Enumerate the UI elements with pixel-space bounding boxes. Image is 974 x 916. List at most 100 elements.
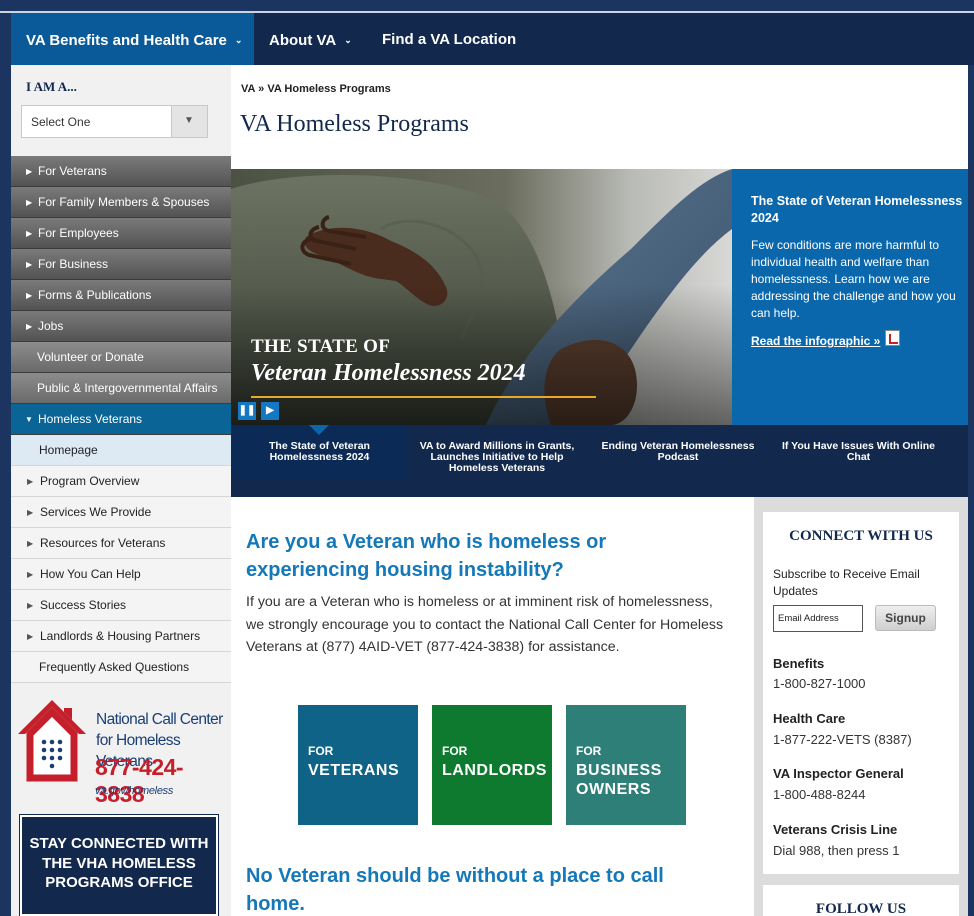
call-center-badge[interactable]: National Call Center for Homeless Veteran…: [16, 698, 226, 807]
top-navigation: VA Benefits and Health Care ⌄ About VA ⌄ F…: [11, 13, 974, 65]
subnav-program-overview[interactable]: ▶ Program Overview: [11, 466, 231, 497]
nav-find-location[interactable]: Find a VA Location: [382, 13, 516, 65]
sidebar-item-label: For Family Members & Spouses: [38, 195, 210, 209]
sidebar-item-family[interactable]: ▶ For Family Members & Spouses: [11, 187, 231, 218]
triangle-right-icon: ▶: [26, 229, 33, 238]
subnav-label: Success Stories: [40, 598, 127, 612]
sidebar-item-label: Jobs: [38, 319, 64, 333]
tile-for-label: FOR: [576, 744, 602, 758]
subscribe-text: Subscribe to Receive Email Updates: [773, 567, 920, 598]
subnav-label: Services We Provide: [40, 505, 152, 519]
pause-icon[interactable]: ❚❚: [238, 402, 256, 420]
sidebar-item-homeless-veterans[interactable]: ▼ Homeless Veterans: [11, 404, 231, 435]
nav-va-benefits[interactable]: VA Benefits and Health Care ⌄: [11, 13, 254, 65]
subnav-landlords[interactable]: ▶ Landlords & Housing Partners: [11, 621, 231, 652]
nav-about-va[interactable]: About VA ⌄: [269, 13, 352, 65]
sidebar-item-for-veterans[interactable]: ▶ For Veterans: [11, 156, 231, 187]
contact-benefits-label: Benefits: [773, 656, 825, 671]
subnav-label: Landlords & Housing Partners: [40, 629, 201, 643]
breadcrumb: VA » VA Homeless Programs: [241, 83, 391, 95]
stay-connected-text: STAY CONNECTED WITH THE VHA HOMELESS PRO…: [29, 835, 209, 891]
carousel-tab-online-chat[interactable]: If You Have Issues With Online Chat: [771, 425, 946, 479]
breadcrumb-current: VA Homeless Programs: [267, 83, 391, 95]
tab-label: VA to Award Millions in Grants, Launches…: [419, 440, 575, 474]
follow-title: FOLLOW US: [815, 901, 907, 916]
subnav-homepage[interactable]: Homepage: [11, 435, 231, 466]
breadcrumb-home[interactable]: VA: [241, 83, 255, 95]
tile-for-landlords[interactable]: FOR LANDLORDS: [432, 705, 552, 825]
contact-ig-phone[interactable]: 1-800-488-8244: [773, 787, 866, 802]
subnav-services[interactable]: ▶ Services We Provide: [11, 497, 231, 528]
sidebar-item-business[interactable]: ▶ For Business: [11, 249, 231, 280]
sidebar-item-label: For Employees: [38, 226, 119, 240]
homeless-question-heading: Are you a Veteran who is homeless or exp…: [246, 531, 607, 581]
signup-button[interactable]: Signup: [875, 605, 936, 631]
tile-label: BUSINESS OWNERS: [576, 762, 662, 798]
sidebar-item-volunteer[interactable]: Volunteer or Donate: [11, 342, 231, 373]
promo-title: The State of Veteran Homelessness 2024: [751, 194, 963, 225]
triangle-right-icon: ▶: [27, 477, 34, 486]
triangle-right-icon: ▶: [27, 601, 34, 610]
hero-caption: THE STATE OF Veteran Homelessness 2024: [251, 336, 526, 387]
promo-panel: The State of Veteran Homelessness 2024 F…: [732, 169, 968, 425]
hero-underline: [251, 396, 596, 398]
sidebar-item-forms[interactable]: ▶ Forms & Publications: [11, 280, 231, 311]
subnav-success-stories[interactable]: ▶ Success Stories: [11, 590, 231, 621]
contact-crisis-value[interactable]: Dial 988, then press 1: [773, 843, 899, 858]
carousel-tab-state-of-veteran[interactable]: The State of Veteran Homelessness 2024: [231, 425, 408, 479]
carousel-tabs: The State of Veteran Homelessness 2024 V…: [231, 425, 968, 497]
sidebar-item-employees[interactable]: ▶ For Employees: [11, 218, 231, 249]
subnav-label: How You Can Help: [40, 567, 141, 581]
carousel-tab-podcast[interactable]: Ending Veteran Homelessness Podcast: [593, 425, 763, 479]
sidebar-item-label: Volunteer or Donate: [37, 350, 144, 364]
tile-for-business-owners[interactable]: FOR BUSINESS OWNERS: [566, 705, 686, 825]
nav-label: About VA: [269, 32, 337, 49]
chevron-down-icon: ⌄: [344, 35, 352, 45]
promo-body: Few conditions are more harmful to indiv…: [751, 238, 956, 320]
tile-for-label: FOR: [308, 744, 334, 758]
play-icon[interactable]: ▶: [261, 402, 279, 420]
contact-benefits-phone[interactable]: 1-800-827-1000: [773, 676, 866, 691]
tab-label: Ending Veteran Homelessness Podcast: [601, 440, 755, 463]
nav-label: Find a VA Location: [382, 31, 517, 48]
sidebar-item-label: For Business: [38, 257, 109, 271]
sidebar-item-label: For Veterans: [38, 164, 107, 178]
carousel-tab-grants[interactable]: VA to Award Millions in Grants, Launches…: [414, 425, 580, 479]
hero-caption-line2: Veteran Homelessness 2024: [251, 360, 526, 386]
connect-title: CONNECT WITH US: [789, 528, 933, 544]
triangle-right-icon: ▶: [27, 570, 34, 579]
infographic-link[interactable]: Read the infographic »: [751, 334, 880, 348]
sidebar-item-public-affairs[interactable]: Public & Intergovernmental Affairs: [11, 373, 231, 404]
subnav-label: Homepage: [39, 443, 98, 457]
active-tab-arrow: [309, 425, 329, 435]
breadcrumb-separator: »: [258, 83, 265, 95]
sidebar-item-jobs[interactable]: ▶ Jobs: [11, 311, 231, 342]
chevron-down-icon: ⌄: [234, 35, 243, 45]
subnav-resources[interactable]: ▶ Resources for Veterans: [11, 528, 231, 559]
triangle-right-icon: ▶: [26, 198, 33, 207]
hero-image[interactable]: THE STATE OF Veteran Homelessness 2024 ❚…: [231, 169, 732, 425]
tile-for-veterans[interactable]: FOR VETERANS: [298, 705, 418, 825]
i-am-select[interactable]: Select One ▼: [21, 105, 208, 138]
stay-connected-box[interactable]: STAY CONNECTED WITH THE VHA HOMELESS PRO…: [19, 814, 219, 916]
nav-label: VA Benefits and Health Care: [26, 32, 227, 49]
page-title: VA Homeless Programs: [240, 111, 469, 137]
triangle-down-icon: ▼: [184, 115, 194, 126]
triangle-right-icon: ▶: [27, 539, 34, 548]
email-field[interactable]: Email Address: [773, 605, 863, 632]
select-toggle[interactable]: ▼: [171, 106, 207, 137]
homeless-paragraph: If you are a Veteran who is homeless or …: [246, 594, 724, 655]
sidebar-item-label: Homeless Veterans: [38, 412, 143, 426]
triangle-right-icon: ▶: [27, 508, 34, 517]
tab-label: If You Have Issues With Online Chat: [782, 440, 935, 463]
subnav-faq[interactable]: Frequently Asked Questions: [11, 652, 231, 683]
subnav-how-you-can-help[interactable]: ▶ How You Can Help: [11, 559, 231, 590]
sidebar-item-label: Forms & Publications: [38, 288, 152, 302]
contact-health-phone[interactable]: 1-877-222-VETS (8387): [773, 732, 912, 747]
tile-label: LANDLORDS: [442, 762, 547, 779]
subnav-label: Frequently Asked Questions: [39, 660, 190, 674]
sidebar-item-label: Public & Intergovernmental Affairs: [37, 381, 218, 395]
contact-health-label: Health Care: [773, 711, 846, 726]
contact-crisis-label: Veterans Crisis Line: [773, 822, 898, 837]
triangle-right-icon: ▶: [26, 260, 33, 269]
